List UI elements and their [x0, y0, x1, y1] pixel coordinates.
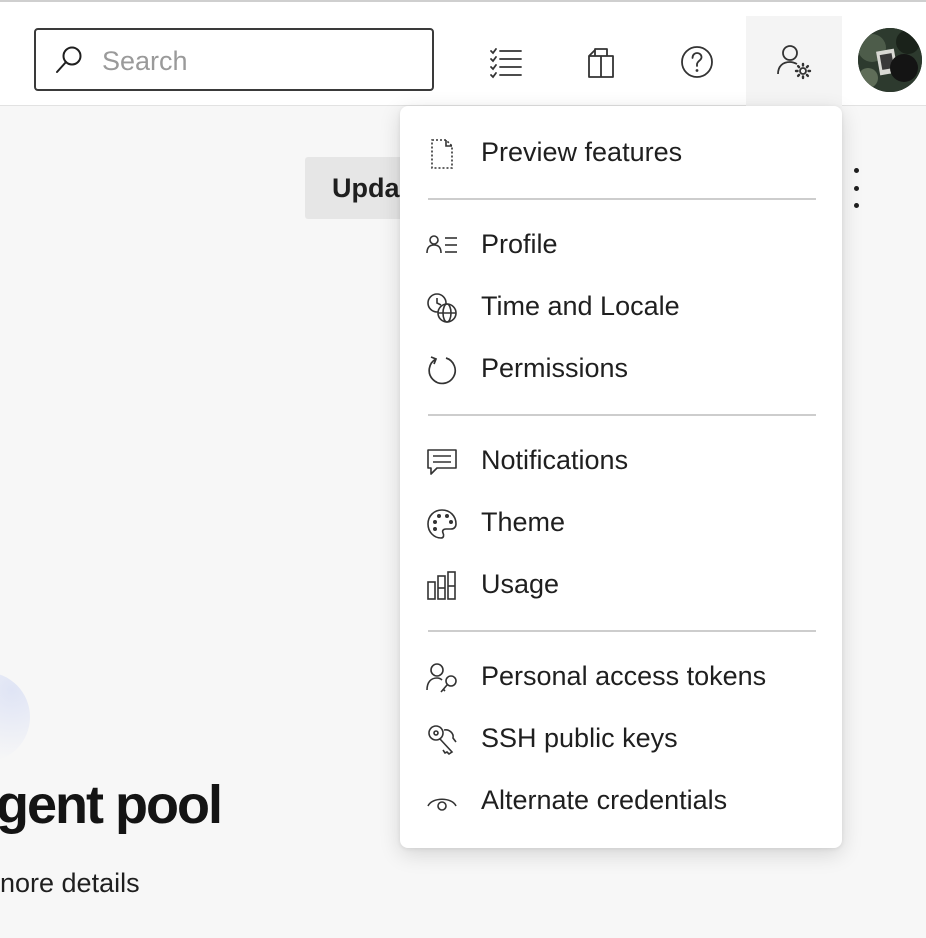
- search-box[interactable]: [34, 28, 434, 91]
- ellipsis-dot: [853, 185, 859, 191]
- menu-item-notifications[interactable]: Notifications: [400, 433, 842, 491]
- app-window: Upda gent pool nore details Preview feat…: [0, 0, 926, 938]
- top-bar: [0, 0, 926, 108]
- marketplace-button[interactable]: [553, 16, 649, 108]
- menu-item-usage[interactable]: Usage: [400, 557, 842, 615]
- page-title: gent pool: [0, 775, 223, 835]
- user-settings-menu: Preview features Profile Time and Locale…: [400, 106, 842, 848]
- menu-item-ssh-public-keys[interactable]: SSH public keys: [400, 711, 842, 769]
- menu-item-profile[interactable]: Profile: [400, 217, 842, 275]
- menu-divider: [428, 630, 816, 632]
- search-input[interactable]: [100, 38, 424, 84]
- menu-item-personal-access-tokens[interactable]: Personal access tokens: [400, 649, 842, 707]
- menu-item-label: Alternate credentials: [481, 785, 728, 815]
- ellipsis-dot: [853, 203, 859, 208]
- page-subtitle: nore details: [0, 868, 140, 898]
- menu-item-label: Preview features: [481, 137, 683, 167]
- preview-doc-icon: [431, 139, 453, 169]
- task-list-button[interactable]: [458, 16, 554, 108]
- menu-item-alternate-credentials[interactable]: Alternate credentials: [400, 773, 842, 831]
- search-icon: [56, 46, 82, 73]
- vertical-ellipsis-icon: [853, 168, 859, 173]
- menu-item-label: Theme: [481, 507, 566, 537]
- keys-icon: [428, 725, 457, 756]
- user-settings-button[interactable]: [746, 16, 842, 108]
- palette-icon: [427, 509, 457, 539]
- user-settings-icon: [777, 45, 812, 80]
- help-icon: [681, 46, 713, 78]
- menu-item-label: Notifications: [481, 445, 629, 475]
- menu-divider: [428, 198, 816, 200]
- decorative-illustration: [0, 672, 30, 762]
- menu-item-label: Usage: [481, 569, 560, 599]
- clock-globe-icon: [427, 293, 457, 323]
- marketplace-bag-icon: [588, 48, 614, 78]
- help-button[interactable]: [649, 16, 745, 108]
- menu-item-label: Permissions: [481, 353, 629, 383]
- menu-item-label: Personal access tokens: [481, 661, 767, 691]
- menu-item-time-and-locale[interactable]: Time and Locale: [400, 279, 842, 337]
- profile-card-icon: [426, 235, 457, 254]
- refresh-circle-icon: [428, 356, 456, 385]
- menu-item-label: SSH public keys: [481, 723, 678, 753]
- menu-item-label: Profile: [481, 229, 558, 259]
- chat-bubble-icon: [427, 449, 457, 475]
- eye-icon: [427, 798, 457, 811]
- menu-divider: [428, 414, 816, 416]
- task-list-icon: [490, 48, 522, 79]
- bar-chart-icon: [427, 571, 456, 600]
- avatar-photo-icon: [858, 28, 922, 92]
- person-key-icon: [426, 663, 457, 693]
- more-options-button[interactable]: [840, 168, 872, 208]
- menu-item-theme[interactable]: Theme: [400, 495, 842, 553]
- user-avatar[interactable]: [858, 28, 922, 92]
- menu-item-preview-features[interactable]: Preview features: [400, 125, 842, 183]
- menu-item-label: Time and Locale: [481, 291, 680, 321]
- menu-item-permissions[interactable]: Permissions: [400, 341, 842, 399]
